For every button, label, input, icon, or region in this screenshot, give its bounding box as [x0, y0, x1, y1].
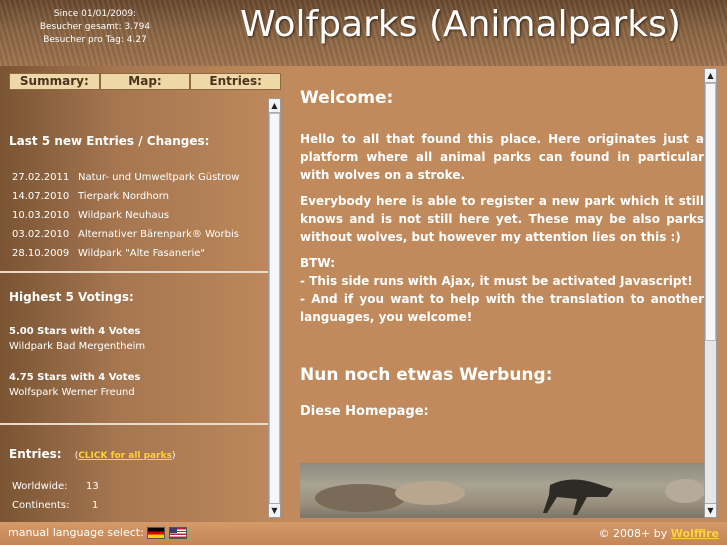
wolves-photo [300, 463, 704, 518]
list-item[interactable]: 27.02.2011 Natur- und Umweltpark Güstrow [12, 168, 268, 187]
author-link[interactable]: Wolffire [671, 527, 719, 540]
scroll-thumb[interactable] [269, 113, 280, 517]
all-parks-link[interactable]: CLICK for all parks [78, 451, 172, 461]
left-scrollbar[interactable]: ▲ ▼ [268, 98, 281, 518]
footer: manual language select: © 2008+ by Wolff… [0, 522, 727, 545]
btw-translation: - And if you want to help with the trans… [300, 292, 704, 324]
copyright: © 2008+ by Wolffire [598, 527, 719, 540]
intro-paragraph: Hello to all that found this place. Here… [300, 132, 704, 182]
scroll-down-icon[interactable]: ▼ [705, 503, 716, 517]
left-panel: Last 5 new Entries / Changes: 27.02.2011… [0, 98, 268, 518]
ad-title: Nun noch etwas Werbung: [300, 365, 553, 385]
total-visitors: Besucher gesamt: 3.794 [39, 22, 151, 32]
scroll-thumb[interactable] [705, 83, 716, 341]
votings-title: Highest 5 Votings: [9, 290, 134, 304]
scroll-up-icon[interactable]: ▲ [269, 99, 280, 113]
entries-link-wrap: (CLICK for all parks) [74, 451, 176, 461]
content-scrollbar[interactable]: ▲ ▼ [704, 68, 717, 518]
welcome-title: Welcome: [300, 88, 394, 108]
header: Since 01/01/2009: Besucher gesamt: 3.794… [0, 0, 727, 66]
divider [0, 271, 268, 273]
visitors-per-day: Besucher pro Tag: 4.27 [43, 35, 147, 45]
content-panel: Welcome: Hello to all that found this pl… [300, 74, 704, 518]
site-title: Wolfparks (Animalparks) [240, 4, 681, 45]
tab-summary[interactable]: Summary: [9, 73, 100, 90]
german-flag-icon[interactable] [147, 527, 166, 539]
language-select: manual language select: [8, 526, 187, 539]
btw-label: BTW: [300, 256, 335, 270]
list-item[interactable]: 14.07.2010 Tierpark Nordhorn [12, 187, 268, 206]
lang-label: manual language select: [8, 526, 144, 539]
entries-title: Entries: [9, 447, 62, 461]
continents-row: Continents: 1 [12, 500, 99, 511]
new-entries-list: 27.02.2011 Natur- und Umweltpark Güstrow … [12, 168, 268, 263]
scroll-down-icon[interactable]: ▼ [269, 503, 280, 517]
homepage-label: Diese Homepage: [300, 404, 429, 419]
scroll-up-icon[interactable]: ▲ [705, 69, 716, 83]
voting-item[interactable]: 5.00 Stars with 4 Votes Wildpark Bad Mer… [9, 326, 145, 352]
divider [0, 423, 268, 425]
btw-ajax: - This side runs with Ajax, it must be a… [300, 274, 693, 288]
list-item[interactable]: 28.10.2009 Wildpark "Alte Fasanerie" [12, 244, 268, 263]
tab-map[interactable]: Map: [99, 73, 191, 90]
us-flag-icon[interactable] [168, 527, 187, 539]
nav-tabs: Summary: Map: Entries: [9, 73, 282, 90]
tab-entries[interactable]: Entries: [190, 73, 282, 90]
entries-heading: Entries: (CLICK for all parks) [9, 443, 175, 462]
list-item[interactable]: 10.03.2010 Wildpark Neuhaus [12, 206, 268, 225]
list-item[interactable]: 03.02.2010 Alternativer Bärenpark® Worbis [12, 225, 268, 244]
register-paragraph: Everybody here is able to register a new… [300, 194, 704, 244]
new-entries-title: Last 5 new Entries / Changes: [9, 134, 210, 148]
wolves-image [315, 479, 704, 515]
worldwide-row: Worldwide: 13 [12, 481, 99, 492]
visitor-stats: Since 01/01/2009: Besucher gesamt: 3.794… [0, 8, 190, 47]
voting-item[interactable]: 4.75 Stars with 4 Votes Wolfspark Werner… [9, 372, 140, 398]
since-text: Since 01/01/2009: [53, 9, 137, 19]
